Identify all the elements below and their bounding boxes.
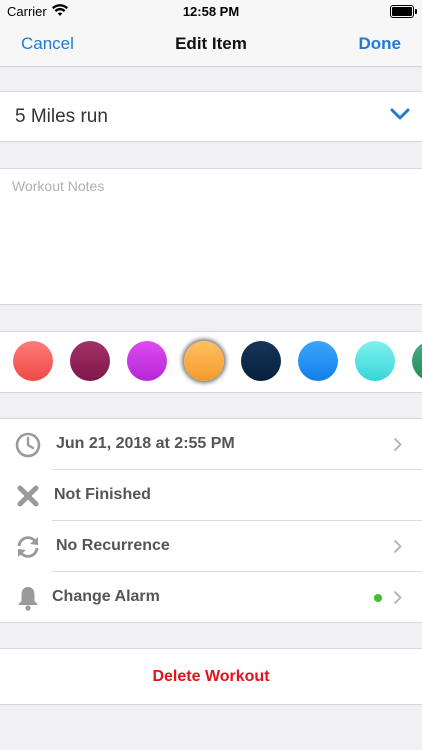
color-swatch-red[interactable] bbox=[13, 341, 53, 381]
workout-notes-input[interactable] bbox=[12, 178, 407, 293]
options-group: Jun 21, 2018 at 2:55 PM Not Finished No … bbox=[0, 418, 422, 623]
date-label: Jun 21, 2018 at 2:55 PM bbox=[56, 435, 235, 452]
item-title: 5 Miles run bbox=[15, 106, 108, 127]
date-row[interactable]: Jun 21, 2018 at 2:55 PM bbox=[0, 419, 422, 470]
battery-icon bbox=[390, 5, 417, 18]
status-label: Not Finished bbox=[54, 486, 151, 503]
chevron-down-icon[interactable] bbox=[390, 108, 410, 121]
done-button[interactable]: Done bbox=[359, 34, 402, 54]
item-title-row[interactable]: 5 Miles run bbox=[0, 91, 422, 142]
bell-icon bbox=[18, 587, 38, 611]
color-swatch-plum[interactable] bbox=[70, 341, 110, 381]
notes-section bbox=[0, 168, 422, 305]
navigation-bar: Cancel Edit Item Done bbox=[0, 22, 422, 67]
alarm-indicator-dot bbox=[374, 594, 382, 602]
recurrence-label: No Recurrence bbox=[56, 537, 170, 554]
chevron-right-icon bbox=[393, 437, 402, 452]
alarm-row[interactable]: Change Alarm bbox=[0, 572, 422, 623]
recurrence-icon bbox=[17, 536, 39, 558]
cross-icon bbox=[17, 485, 39, 507]
color-swatch-green[interactable] bbox=[412, 341, 422, 381]
color-swatch-magenta[interactable] bbox=[127, 341, 167, 381]
chevron-right-icon bbox=[393, 539, 402, 554]
chevron-right-icon bbox=[393, 590, 402, 605]
delete-workout-button[interactable]: Delete Workout bbox=[0, 668, 422, 686]
completion-status-row[interactable]: Not Finished bbox=[0, 470, 422, 521]
status-time: 12:58 PM bbox=[182, 4, 240, 19]
color-swatch-orange[interactable] bbox=[184, 341, 224, 381]
color-picker bbox=[0, 331, 422, 393]
color-swatch-blue[interactable] bbox=[298, 341, 338, 381]
delete-row[interactable]: Delete Workout bbox=[0, 648, 422, 705]
clock-icon bbox=[15, 432, 41, 458]
alarm-label: Change Alarm bbox=[52, 588, 160, 605]
color-swatch-cyan[interactable] bbox=[355, 341, 395, 381]
status-bar: Carrier 12:58 PM bbox=[0, 0, 422, 22]
recurrence-row[interactable]: No Recurrence bbox=[0, 521, 422, 572]
color-swatch-navy[interactable] bbox=[241, 341, 281, 381]
